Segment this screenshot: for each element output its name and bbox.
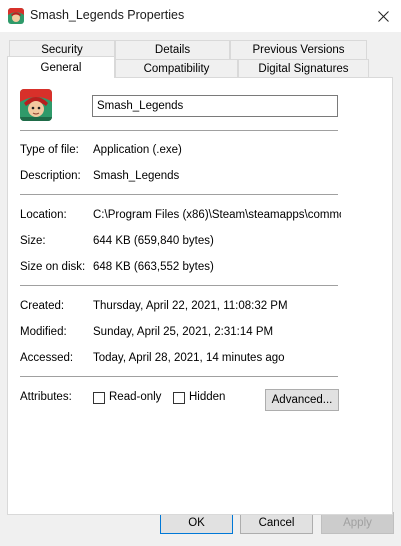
close-icon (377, 10, 389, 22)
created-label: Created: (20, 300, 65, 312)
modified-label: Modified: (20, 326, 67, 338)
size-value: 644 KB (659,840 bytes) (93, 235, 214, 247)
general-tab-panel: Type of file: Application (.exe) Descrip… (7, 77, 393, 515)
location-label: Location: (20, 209, 67, 221)
type-of-file-label: Type of file: (20, 144, 79, 156)
accessed-value: Today, April 28, 2021, 14 minutes ago (93, 352, 285, 364)
close-button[interactable] (371, 5, 395, 27)
read-only-label: Read-only (109, 391, 162, 403)
title-bar: Smash_Legends Properties (0, 0, 401, 32)
app-icon (8, 8, 24, 24)
size-label: Size: (20, 235, 46, 247)
ok-button[interactable]: OK (160, 512, 233, 534)
divider (20, 194, 338, 195)
modified-value: Sunday, April 25, 2021, 2:31:14 PM (93, 326, 274, 338)
hidden-checkbox[interactable] (173, 392, 185, 404)
attributes-label: Attributes: (20, 391, 72, 403)
size-on-disk-value: 648 KB (663,552 bytes) (93, 261, 214, 273)
advanced-button[interactable]: Advanced... (265, 389, 339, 411)
apply-button[interactable]: Apply (321, 512, 394, 534)
divider (20, 376, 338, 377)
application-icon (20, 89, 52, 121)
tab-digital-signatures[interactable]: Digital Signatures (238, 59, 369, 78)
properties-dialog: Security Details Previous Versions Gener… (0, 32, 401, 546)
divider (20, 285, 338, 286)
tab-compatibility[interactable]: Compatibility (115, 59, 238, 78)
tab-details[interactable]: Details (115, 40, 230, 59)
tab-general[interactable]: General (7, 56, 115, 78)
accessed-label: Accessed: (20, 352, 74, 364)
file-name-input[interactable] (92, 95, 338, 117)
hidden-label: Hidden (189, 391, 226, 403)
divider (20, 130, 338, 131)
description-label: Description: (20, 170, 81, 182)
created-value: Thursday, April 22, 2021, 11:08:32 PM (93, 300, 288, 312)
window-title: Smash_Legends Properties (30, 8, 185, 22)
size-on-disk-label: Size on disk: (20, 261, 86, 273)
location-value: C:\Program Files (x86)\Steam\steamapps\c… (93, 209, 341, 221)
tab-previous-versions[interactable]: Previous Versions (230, 40, 367, 59)
description-value: Smash_Legends (93, 170, 180, 182)
cancel-button[interactable]: Cancel (240, 512, 313, 534)
read-only-checkbox[interactable] (93, 392, 105, 404)
type-of-file-value: Application (.exe) (93, 144, 182, 156)
